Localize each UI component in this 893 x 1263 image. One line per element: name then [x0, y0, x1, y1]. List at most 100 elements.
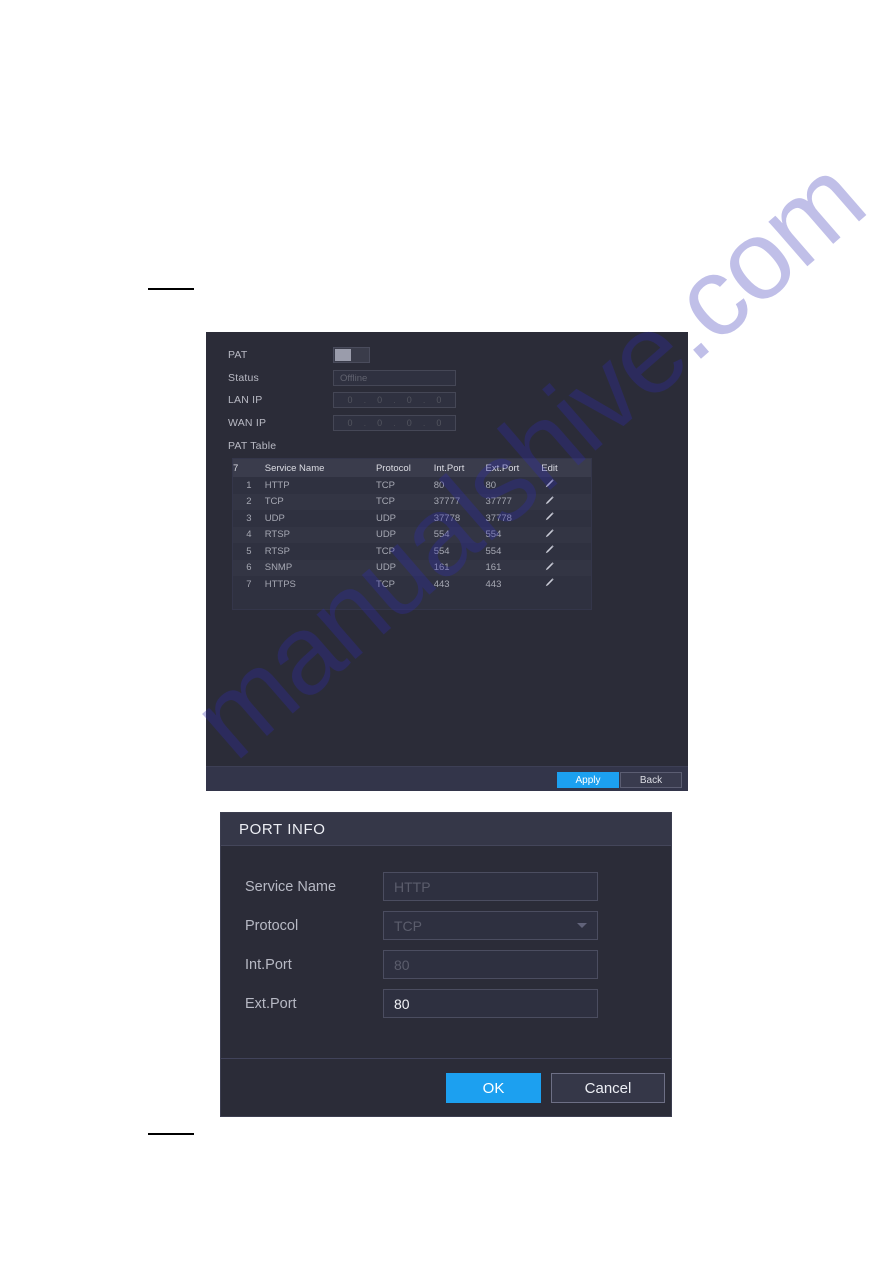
wan-ip-octet-4: 0	[436, 418, 442, 428]
pat-table-head: 7 Service Name Protocol Int.Port Ext.Por…	[233, 459, 591, 477]
edit-pencil-icon[interactable]	[545, 578, 554, 587]
pat-enable-toggle[interactable]	[333, 347, 370, 363]
redacted-caption-rule-top	[148, 288, 194, 290]
cell-protocol: TCP	[375, 543, 434, 560]
lan-ip-octet-3: 0	[406, 395, 412, 405]
pat-footer-bar: Apply Back	[206, 766, 688, 791]
table-row[interactable]: 6 SNMP UDP 161 161	[233, 559, 591, 576]
protocol-row: Protocol TCP	[245, 911, 649, 940]
back-button[interactable]: Back	[620, 772, 682, 788]
port-info-footer: OK Cancel	[221, 1058, 671, 1116]
cell-service: SNMP	[264, 559, 376, 576]
lan-ip-input[interactable]: 0 . 0 . 0 . 0	[333, 392, 456, 408]
ext-port-label: Ext.Port	[245, 995, 297, 1012]
ok-button[interactable]: OK	[446, 1073, 541, 1103]
table-row[interactable]: 1 HTTP TCP 80 80	[233, 477, 591, 494]
lan-ip-octet-2: 0	[377, 395, 383, 405]
int-port-row: Int.Port 80	[245, 950, 649, 979]
ext-port-input[interactable]: 80	[383, 989, 598, 1018]
cell-ext-port: 80	[485, 477, 542, 494]
cell-ext-port: 554	[485, 543, 542, 560]
cell-ext-port: 37778	[485, 510, 542, 527]
header-edit: Edit	[541, 459, 591, 477]
pat-table-body: 1 HTTP TCP 80 80 2 TCP TCP 37777 37777 3 UDP UDP 3777…	[233, 477, 591, 593]
header-service-name: Service Name	[264, 459, 376, 477]
cell-edit[interactable]	[541, 477, 591, 494]
port-info-body: Service Name HTTP Protocol TCP Int.Port …	[221, 846, 671, 1058]
cell-index: 3	[233, 510, 265, 527]
lan-ip-dot-2: .	[393, 395, 396, 405]
cell-ext-port: 37777	[485, 493, 542, 510]
cell-index: 6	[233, 559, 265, 576]
port-info-titlebar: PORT INFO	[221, 813, 671, 846]
cell-index: 1	[233, 477, 265, 494]
port-info-title: PORT INFO	[239, 820, 326, 838]
service-name-label: Service Name	[245, 878, 337, 895]
cell-protocol: UDP	[375, 559, 434, 576]
edit-pencil-icon[interactable]	[545, 529, 554, 538]
int-port-input[interactable]: 80	[383, 950, 598, 979]
pat-table: 7 Service Name Protocol Int.Port Ext.Por…	[232, 458, 592, 610]
wan-ip-input[interactable]: 0 . 0 . 0 . 0	[333, 415, 456, 431]
table-row[interactable]: 7 HTTPS TCP 443 443	[233, 576, 591, 593]
lan-ip-row: LAN IP 0 . 0 . 0 . 0	[228, 390, 456, 410]
table-header-row: 7 Service Name Protocol Int.Port Ext.Por…	[233, 459, 591, 477]
lan-ip-label: LAN IP	[228, 394, 263, 406]
protocol-select[interactable]: TCP	[383, 911, 598, 940]
edit-pencil-icon[interactable]	[545, 496, 554, 505]
service-name-input[interactable]: HTTP	[383, 872, 598, 901]
cell-edit[interactable]	[541, 526, 591, 543]
edit-pencil-icon[interactable]	[545, 479, 554, 488]
cancel-button[interactable]: Cancel	[551, 1073, 665, 1103]
status-label: Status	[228, 372, 259, 384]
cell-protocol: TCP	[375, 493, 434, 510]
cell-index: 7	[233, 576, 265, 593]
lan-ip-dot-3: .	[422, 395, 426, 405]
edit-pencil-icon[interactable]	[545, 512, 554, 521]
ext-port-value: 80	[394, 995, 410, 1012]
cell-service: HTTPS	[264, 576, 376, 593]
edit-pencil-icon[interactable]	[545, 545, 554, 554]
cell-service: TCP	[264, 493, 376, 510]
wan-ip-dot-2: .	[393, 418, 396, 428]
cell-edit[interactable]	[541, 576, 591, 593]
table-row[interactable]: 4 RTSP UDP 554 554	[233, 526, 591, 543]
cell-service: HTTP	[264, 477, 376, 494]
cell-edit[interactable]	[541, 559, 591, 576]
lan-ip-octet-1: 0	[347, 395, 353, 405]
apply-button[interactable]: Apply	[557, 772, 619, 788]
cell-index: 2	[233, 493, 265, 510]
lan-ip-octet-4: 0	[436, 395, 442, 405]
cell-int-port: 554	[433, 543, 486, 560]
table-row[interactable]: 2 TCP TCP 37777 37777	[233, 493, 591, 510]
cell-index: 5	[233, 543, 265, 560]
cell-service: RTSP	[264, 526, 376, 543]
service-name-value: HTTP	[394, 878, 431, 895]
edit-pencil-icon[interactable]	[545, 562, 554, 571]
cell-edit[interactable]	[541, 493, 591, 510]
status-value-field: Offline	[333, 370, 456, 386]
cell-protocol: UDP	[375, 526, 434, 543]
table-row[interactable]: 3 UDP UDP 37778 37778	[233, 510, 591, 527]
int-port-label: Int.Port	[245, 956, 292, 973]
cell-protocol: UDP	[375, 510, 434, 527]
header-protocol: Protocol	[375, 459, 434, 477]
cell-edit[interactable]	[541, 543, 591, 560]
status-row: Status Offline	[228, 368, 456, 388]
cell-edit[interactable]	[541, 510, 591, 527]
protocol-value: TCP	[394, 917, 422, 934]
service-name-row: Service Name HTTP	[245, 872, 649, 901]
header-count: 7	[233, 459, 265, 477]
wan-ip-octet-1: 0	[347, 418, 353, 428]
cell-ext-port: 554	[485, 526, 542, 543]
redacted-caption-rule-bottom	[148, 1133, 194, 1135]
cell-int-port: 37777	[433, 493, 486, 510]
pat-table-empty-area	[233, 592, 591, 609]
table-row[interactable]: 5 RTSP TCP 554 554	[233, 543, 591, 560]
port-info-dialog: PORT INFO Service Name HTTP Protocol TCP…	[220, 812, 672, 1117]
wan-ip-octet-2: 0	[377, 418, 383, 428]
cell-int-port: 554	[433, 526, 486, 543]
cell-ext-port: 443	[485, 576, 542, 593]
pat-table-grid: 7 Service Name Protocol Int.Port Ext.Por…	[233, 459, 591, 593]
chevron-down-icon	[577, 923, 587, 928]
